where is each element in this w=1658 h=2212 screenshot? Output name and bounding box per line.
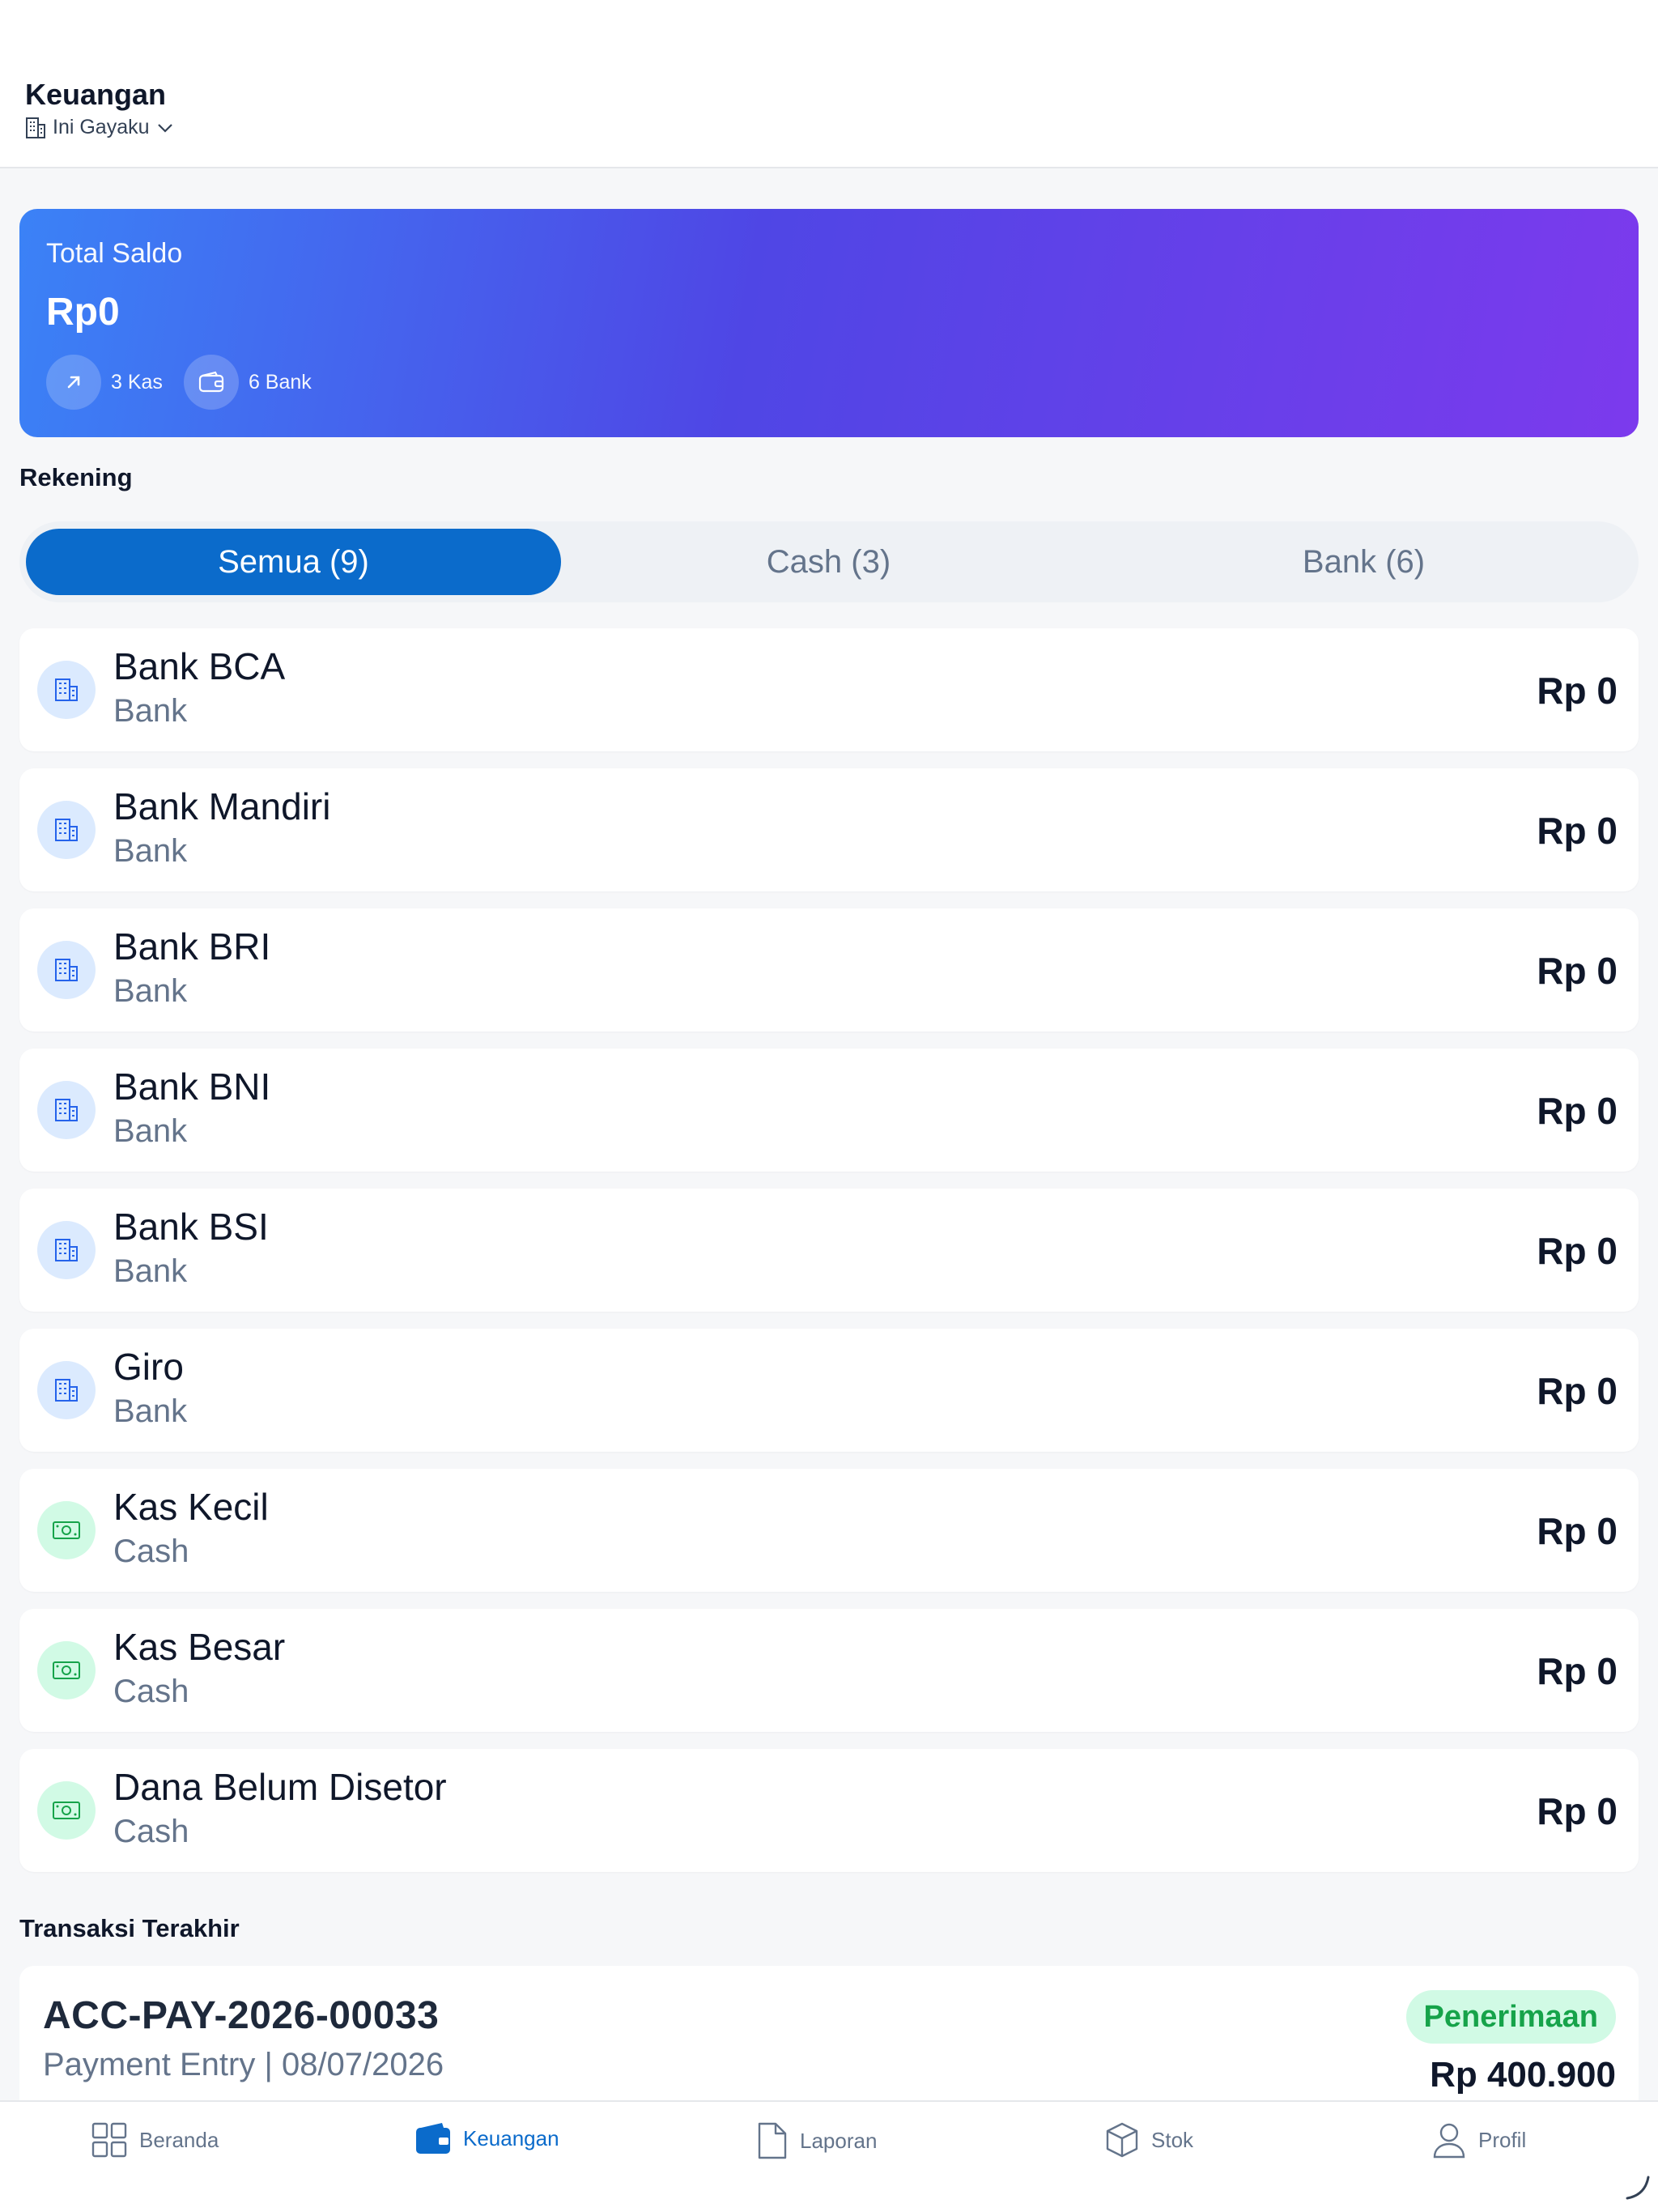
transaction-type-badge: Penerimaan xyxy=(1405,1990,1616,2044)
account-name: Bank BNI xyxy=(113,1066,271,1108)
transaction-reference: ACC-PAY-2026-00033 xyxy=(43,1994,440,2037)
account-row[interactable]: Kas Besar Cash Rp 0 xyxy=(19,1609,1639,1732)
account-row[interactable]: Bank BRI Bank Rp 0 xyxy=(19,908,1639,1032)
total-balance-label: Total Saldo xyxy=(46,238,183,269)
account-type: Cash xyxy=(113,1674,189,1709)
account-type: Bank xyxy=(113,693,188,729)
account-name: Bank BCA xyxy=(113,645,286,687)
account-name: Giro xyxy=(113,1346,184,1388)
kas-count: 3 Kas xyxy=(111,370,163,393)
nav-label: Beranda xyxy=(139,2127,219,2152)
balance-chips: 3 Kas 6 Bank xyxy=(46,355,333,410)
tab-cash[interactable]: Cash (3) xyxy=(561,529,1096,595)
building-icon xyxy=(37,1361,96,1419)
account-type: Bank xyxy=(113,1253,188,1289)
account-balance: Rp 0 xyxy=(1537,810,1618,852)
building-icon xyxy=(37,1081,96,1139)
building-icon xyxy=(37,801,96,859)
tab-all[interactable]: Semua (9) xyxy=(26,529,561,595)
accounts-section-title: Rekening xyxy=(19,463,133,491)
org-name: Ini Gayaku xyxy=(53,116,150,138)
page-title: Keuangan xyxy=(25,78,167,111)
account-row[interactable]: Bank BNI Bank Rp 0 xyxy=(19,1049,1639,1172)
resize-handle-icon xyxy=(1622,2172,1652,2206)
account-type: Bank xyxy=(113,833,188,869)
total-balance-amount: Rp0 xyxy=(46,291,120,334)
chevron-down-icon xyxy=(156,122,174,134)
nav-profil[interactable]: Profil xyxy=(1431,2121,1526,2159)
account-type: Bank xyxy=(113,1393,188,1429)
banknote-icon xyxy=(37,1641,96,1699)
account-row[interactable]: Giro Bank Rp 0 xyxy=(19,1329,1639,1452)
account-balance: Rp 0 xyxy=(1537,1510,1618,1552)
account-balance: Rp 0 xyxy=(1537,1230,1618,1272)
tab-bank[interactable]: Bank (6) xyxy=(1096,529,1631,595)
bottom-navigation: Beranda Keuangan Laporan Stok Profil xyxy=(0,2100,1658,2212)
nav-beranda[interactable]: Beranda xyxy=(91,2121,219,2159)
transaction-amount: Rp 400.900 xyxy=(1430,2055,1616,2095)
account-type: Cash xyxy=(113,1814,189,1849)
account-type: Bank xyxy=(113,973,188,1009)
box-icon xyxy=(1104,2121,1140,2159)
account-row[interactable]: Bank BSI Bank Rp 0 xyxy=(19,1189,1639,1312)
account-name: Bank BRI xyxy=(113,925,271,968)
banknote-icon xyxy=(37,1501,96,1559)
total-balance-card: Total Saldo Rp0 3 Kas 6 Bank xyxy=(19,209,1639,437)
account-balance: Rp 0 xyxy=(1537,1090,1618,1132)
nav-label: Stok xyxy=(1151,2127,1194,2152)
account-name: Dana Belum Disetor xyxy=(113,1766,447,1808)
account-type: Cash xyxy=(113,1534,189,1569)
nav-label: Laporan xyxy=(800,2128,878,2153)
nav-laporan[interactable]: Laporan xyxy=(756,2121,877,2160)
building-icon xyxy=(37,1221,96,1279)
nav-stok[interactable]: Stok xyxy=(1104,2121,1193,2159)
transactions-section-title: Transaksi Terakhir xyxy=(19,1914,240,1942)
transaction-meta: Payment Entry | 08/07/2026 xyxy=(43,2047,444,2082)
arrow-up-right-icon xyxy=(46,355,101,410)
account-name: Bank BSI xyxy=(113,1206,269,1248)
account-row[interactable]: Kas Kecil Cash Rp 0 xyxy=(19,1469,1639,1592)
account-name: Bank Mandiri xyxy=(113,785,331,827)
building-icon xyxy=(37,661,96,719)
document-icon xyxy=(756,2121,789,2160)
bank-count: 6 Bank xyxy=(248,370,312,393)
account-balance: Rp 0 xyxy=(1537,1370,1618,1412)
account-row[interactable]: Dana Belum Disetor Cash Rp 0 xyxy=(19,1749,1639,1872)
grid-icon xyxy=(91,2121,128,2159)
nav-label: Profil xyxy=(1478,2127,1527,2152)
account-balance: Rp 0 xyxy=(1537,1790,1618,1832)
account-name: Kas Kecil xyxy=(113,1486,269,1528)
account-row[interactable]: Bank BCA Bank Rp 0 xyxy=(19,628,1639,751)
banknote-icon xyxy=(37,1781,96,1840)
account-type: Bank xyxy=(113,1113,188,1149)
account-balance: Rp 0 xyxy=(1537,670,1618,712)
account-name: Kas Besar xyxy=(113,1626,286,1668)
account-balance: Rp 0 xyxy=(1537,1650,1618,1692)
account-filter-tabs: Semua (9) Cash (3) Bank (6) xyxy=(19,521,1639,602)
building-icon xyxy=(37,941,96,999)
building-icon xyxy=(25,117,46,139)
wallet-icon xyxy=(414,2121,452,2155)
nav-keuangan[interactable]: Keuangan xyxy=(414,2121,559,2155)
org-selector[interactable]: Ini Gayaku xyxy=(25,116,174,139)
app-header: Keuangan Ini Gayaku xyxy=(0,0,1658,168)
account-row[interactable]: Bank Mandiri Bank Rp 0 xyxy=(19,768,1639,891)
user-icon xyxy=(1431,2121,1467,2159)
account-balance: Rp 0 xyxy=(1537,950,1618,992)
nav-label: Keuangan xyxy=(463,2125,559,2150)
wallet-icon xyxy=(183,355,239,410)
account-list: Bank BCA Bank Rp 0 Bank Mandiri Bank Rp … xyxy=(19,628,1639,1889)
